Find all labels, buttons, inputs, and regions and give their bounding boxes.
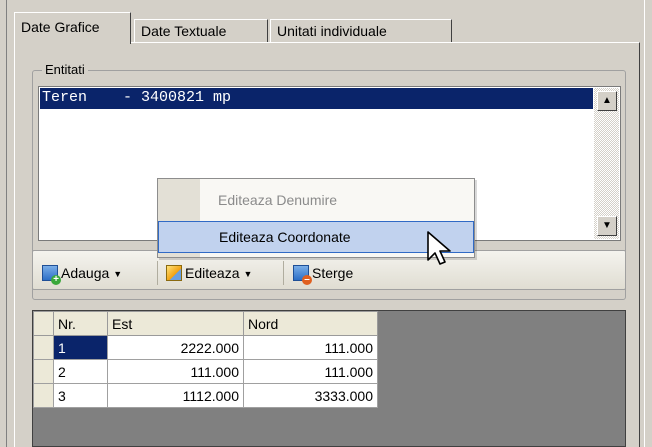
coordinates-table: Nr. Est Nord 1 2222.000 111.000 2 111.00… [33, 311, 378, 408]
tab-date-grafice[interactable]: Date Grafice [14, 12, 131, 44]
scroll-down-arrow-icon[interactable]: ▼ [597, 216, 617, 236]
row-header-corner [33, 311, 54, 336]
add-button[interactable]: Adauga▼ [42, 263, 122, 285]
cell-nord[interactable]: 111.000 [243, 359, 378, 384]
edit-button-label: Editeaza [185, 265, 240, 281]
row-header[interactable] [33, 335, 54, 360]
chevron-down-icon[interactable]: ▼ [113, 269, 122, 279]
table-row[interactable]: 3 1112.000 3333.000 [33, 383, 378, 408]
cell-est[interactable]: 111.000 [107, 359, 244, 384]
menu-item-edit-name[interactable]: Editeaza Denumire [158, 185, 474, 217]
cell-nr[interactable]: 3 [53, 383, 108, 408]
toolbar-separator [157, 261, 158, 285]
coordinates-grid[interactable]: Nr. Est Nord 1 2222.000 111.000 2 111.00… [32, 310, 626, 447]
cell-est[interactable]: 2222.000 [107, 335, 244, 360]
table-row[interactable]: 2 111.000 111.000 [33, 359, 378, 384]
cell-nord[interactable]: 3333.000 [243, 383, 378, 408]
mouse-pointer-icon [427, 231, 451, 265]
cell-nr[interactable]: 2 [53, 359, 108, 384]
pencil-edit-icon [166, 265, 182, 281]
scroll-up-arrow-icon[interactable]: ▲ [597, 91, 617, 111]
entities-group-title: Entitati [42, 62, 88, 78]
add-button-label: Adauga [61, 265, 110, 281]
tab-date-textuale[interactable]: Date Textuale [134, 19, 268, 43]
add-document-icon [42, 265, 61, 285]
row-header[interactable] [33, 359, 54, 384]
cell-nord[interactable]: 111.000 [243, 335, 378, 360]
cell-est[interactable]: 1112.000 [107, 383, 244, 408]
window-frame-right [644, 0, 652, 447]
delete-document-icon [293, 265, 312, 285]
cell-nr[interactable]: 1 [53, 335, 108, 360]
table-row[interactable]: 1 2222.000 111.000 [33, 335, 378, 360]
vertical-scrollbar[interactable]: ▲ ▼ [594, 88, 619, 239]
table-header-row: Nr. Est Nord [33, 311, 378, 336]
edit-button[interactable]: Editeaza ▼ [166, 263, 252, 283]
row-header[interactable] [33, 383, 54, 408]
chevron-down-icon[interactable]: ▼ [243, 269, 252, 279]
window-frame-left [0, 0, 7, 447]
delete-button-label: Sterge [312, 265, 354, 281]
toolbar-separator [283, 261, 284, 285]
tab-unitati-individuale[interactable]: Unitati individuale [270, 19, 452, 43]
list-item[interactable]: Teren - 3400821 mp [40, 88, 593, 109]
delete-button[interactable]: Sterge [293, 263, 354, 285]
column-header-nord[interactable]: Nord [243, 311, 378, 336]
column-header-est[interactable]: Est [107, 311, 244, 336]
column-header-nr[interactable]: Nr. [53, 311, 108, 336]
